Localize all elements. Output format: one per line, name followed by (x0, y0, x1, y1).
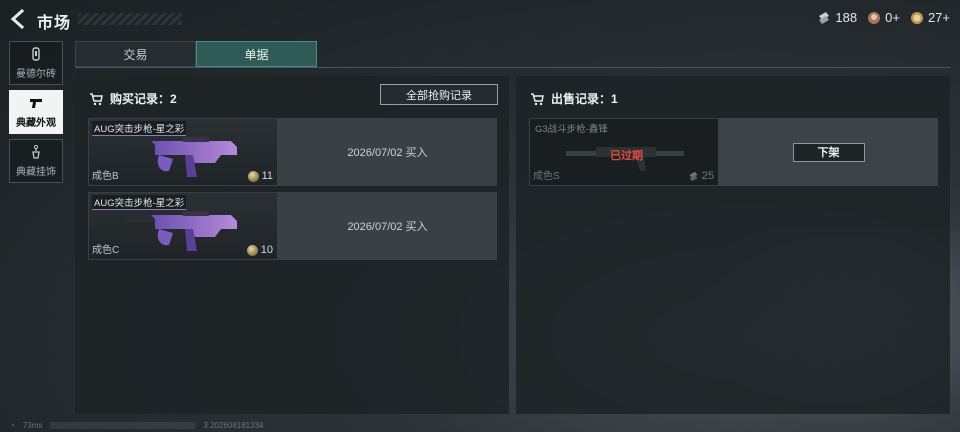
ping-value: 73ms (22, 421, 43, 430)
uid-mask (50, 422, 196, 429)
weapon-thumbnail: AUG突击步枪-星之彩 成色C 10 (88, 192, 278, 260)
weapon-thumbnail: G3战斗步枪-鑫锋 已过期 成色S 25 (529, 118, 719, 186)
wifi-icon: ◔ (10, 421, 15, 430)
record-actions: 下架 (719, 118, 938, 186)
record-info: 2026/07/02 买入 (278, 118, 497, 186)
gold-coin-icon (247, 170, 259, 182)
price-value: 11 (261, 170, 273, 182)
charm-icon (32, 144, 40, 159)
expired-status: 已过期 (610, 150, 643, 162)
page-title: 市场 (37, 15, 72, 32)
currency-ticket-value: 188 (835, 10, 858, 25)
tab-bar: 交易 单据 (75, 41, 317, 67)
sale-record[interactable]: G3战斗步枪-鑫锋 已过期 成色S 25 下架 (529, 118, 938, 186)
weapon-thumbnail: AUG突击步枪-星之彩 成色B 11 (88, 118, 278, 186)
weapon-quality: 成色B (92, 171, 119, 182)
price-tag: 11 (247, 170, 273, 182)
top-bar: 市场 188 0+ 27+ (0, 0, 960, 38)
currency-bar: 188 0+ 27+ (817, 10, 950, 25)
ticket-icon (819, 11, 830, 24)
back-arrow-icon (10, 8, 25, 30)
status-footer: ◔ 73ms 3.202608181334 (10, 421, 263, 430)
gold-coin-icon (246, 244, 258, 256)
weapon-name: AUG突击步枪-星之彩 (92, 195, 187, 210)
sales-title: 出售记录：1 (551, 92, 618, 106)
sales-records-panel: 出售记录：1 G3战斗步枪-鑫锋 已过期 成色S 25 下架 (516, 76, 950, 414)
weapon-name: G3战斗步枪-鑫锋 (535, 124, 608, 135)
sidebar-item-label: 典藏挂饰 (16, 167, 56, 178)
currency-face-value: 0+ (885, 10, 900, 25)
cart-out-icon (531, 92, 544, 105)
cart-icon (90, 92, 103, 105)
price-value: 10 (260, 244, 273, 256)
currency-face-coin[interactable]: 0+ (867, 10, 900, 25)
purchase-header: 购买记录：2 (89, 90, 177, 107)
weapon-quality: 成色S (533, 171, 560, 182)
price-value: 25 (701, 170, 714, 182)
currency-gold-value: 27+ (927, 10, 950, 25)
title-decoration (78, 13, 182, 25)
sales-header: 出售记录：1 (530, 90, 618, 107)
tab-underline (75, 67, 950, 68)
pistol-icon (30, 99, 42, 108)
weapon-quality: 成色C (92, 245, 120, 256)
sidebar-item-label: 曼德尔砖 (16, 69, 56, 80)
aug-rifle-icon (125, 211, 237, 251)
unlist-button[interactable]: 下架 (792, 142, 865, 162)
currency-gold[interactable]: 27+ (910, 10, 950, 25)
aug-rifle-icon (125, 137, 237, 177)
ticket-icon (689, 171, 698, 181)
sidebar-item-collection-skins[interactable]: 典藏外观 (9, 90, 63, 134)
brick-icon (32, 47, 40, 61)
purchase-record[interactable]: AUG突击步枪-星之彩 成色B 11 2026/07/02 买入 (88, 118, 497, 186)
tab-trade[interactable]: 交易 (75, 41, 196, 67)
purchase-record[interactable]: AUG突击步枪-星之彩 成色C 10 2026/07/02 买入 (88, 192, 497, 260)
sidebar-item-label: 典藏外观 (16, 118, 56, 129)
coin-face-icon (868, 11, 881, 24)
back-button[interactable] (8, 8, 30, 30)
currency-ticket[interactable]: 188 (817, 10, 857, 25)
price-tag: 10 (246, 244, 273, 256)
price-tag: 25 (688, 170, 714, 182)
purchase-title: 购买记录：2 (110, 92, 177, 106)
gold-coin-icon (910, 11, 923, 24)
sidebar-item-bricks[interactable]: 曼德尔砖 (9, 41, 63, 85)
category-sidebar: 曼德尔砖 典藏外观 典藏挂饰 (9, 41, 65, 188)
build-version: 3.202608181334 (203, 421, 264, 430)
sidebar-item-collection-charms[interactable]: 典藏挂饰 (9, 139, 63, 183)
purchase-records-panel: 购买记录：2 全部抢购记录 AUG突击步枪-星之彩 成色B 11 2026/07… (75, 76, 509, 414)
weapon-name: AUG突击步枪-星之彩 (92, 121, 187, 136)
tab-orders[interactable]: 单据 (196, 41, 317, 67)
record-info: 2026/07/02 买入 (278, 192, 497, 260)
all-rush-records-button[interactable]: 全部抢购记录 (380, 84, 498, 105)
